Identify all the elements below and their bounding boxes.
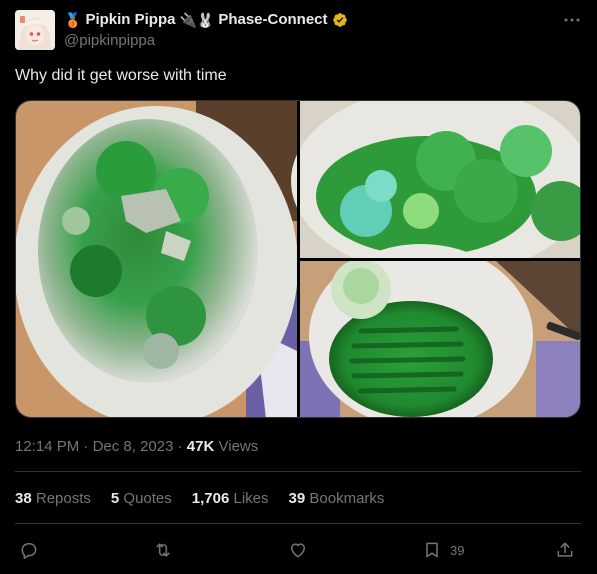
bookmarks-label: Bookmarks	[309, 490, 385, 507]
author-name-row[interactable]: 🥉 Pipkin Pippa 🔌🐰 Phase-Connect	[64, 10, 582, 30]
tweet-time[interactable]: 12:14 PM	[15, 438, 79, 455]
share-button[interactable]	[555, 536, 575, 564]
bookmarks-stat[interactable]: 39 Bookmarks	[289, 489, 385, 509]
bookmarks-count: 39	[288, 490, 306, 507]
author-handle[interactable]: @pipkinpippa	[64, 31, 582, 51]
reply-icon	[21, 543, 37, 559]
meta-separator: ·	[83, 438, 93, 455]
reposts-stat[interactable]: 38 Reposts	[15, 489, 91, 509]
tweet-text: Why did it get worse with time	[15, 67, 227, 84]
divider	[15, 523, 581, 524]
more-options-icon[interactable]	[562, 10, 582, 30]
action-bar: 39	[15, 536, 582, 564]
engagement-stats: 38 Reposts 5 Quotes 1,706 Likes 39 Bookm…	[15, 489, 384, 509]
retweet-button[interactable]	[153, 536, 173, 564]
reposts-count: 38	[15, 490, 32, 507]
views-label: Views	[218, 438, 259, 455]
quotes-count: 5	[110, 490, 120, 507]
author-display-name[interactable]: Pipkin Pippa	[85, 10, 175, 30]
author-affiliation[interactable]: Phase-Connect	[218, 10, 327, 30]
likes-label: Likes	[233, 490, 269, 507]
quotes-label: Quotes	[123, 490, 172, 507]
bookmark-action-count: 39	[450, 542, 465, 558]
reply-button[interactable]	[19, 536, 39, 564]
likes-stat[interactable]: 1,706 Likes	[192, 489, 269, 509]
verified-badge-icon	[332, 13, 347, 27]
retweet-icon	[156, 543, 170, 557]
avatar[interactable]	[15, 10, 55, 50]
share-icon	[557, 542, 573, 557]
media-grid	[15, 100, 581, 418]
heart-icon	[291, 543, 305, 558]
media-image-1[interactable]	[16, 101, 298, 418]
like-button[interactable]	[288, 536, 308, 564]
views-count: 47K	[186, 438, 215, 455]
medal-emoji: 🥉	[64, 12, 82, 28]
meta-separator: ·	[177, 438, 187, 455]
quotes-stat[interactable]: 5 Quotes	[111, 489, 172, 509]
plug-bunny-emoji: 🔌🐰	[179, 12, 215, 28]
tweet-meta: 12:14 PM · Dec 8, 2023 · 47K Views	[15, 437, 258, 457]
likes-count: 1,706	[191, 490, 230, 507]
tweet-header: 🥉 Pipkin Pippa 🔌🐰 Phase-Connect @pipkinp…	[64, 10, 582, 52]
tweet-date[interactable]: Dec 8, 2023	[93, 438, 174, 455]
media-image-3[interactable]	[300, 244, 581, 418]
reposts-label: Reposts	[35, 490, 91, 507]
bookmark-icon	[426, 542, 438, 558]
divider	[15, 471, 581, 472]
bookmark-button[interactable]: 39	[422, 536, 464, 564]
